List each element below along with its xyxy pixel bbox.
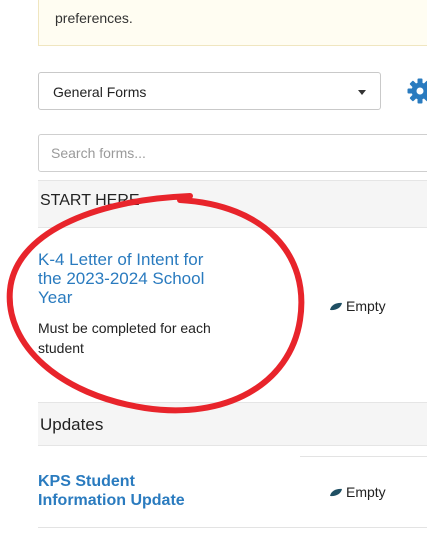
search-forms-input[interactable] (38, 134, 427, 172)
caret-down-icon (358, 90, 366, 95)
row-divider (38, 527, 427, 528)
notice-text: preferences. (55, 10, 133, 26)
form-title-line: Information Update (38, 492, 185, 509)
form-description: Must be completed for each student (38, 318, 211, 358)
leaf-icon (330, 302, 342, 310)
form-title-line: the 2023-2024 School (38, 269, 205, 288)
section-header-start-here: START HERE (38, 180, 427, 228)
gear-icon[interactable] (406, 77, 427, 105)
form-title-line: KPS Student (38, 473, 135, 490)
form-link-kps-student-information-update[interactable]: KPS Student Information Update (38, 472, 185, 510)
leaf-icon (330, 488, 342, 496)
form-status: Empty (329, 298, 386, 314)
forms-page: preferences. General Forms START HERE K-… (0, 0, 427, 546)
notice-box: preferences. (38, 0, 427, 46)
form-desc-line: student (38, 340, 84, 356)
form-status-label: Empty (346, 484, 386, 500)
form-title-line: K-4 Letter of Intent for (38, 250, 204, 269)
form-status-label: Empty (346, 298, 386, 314)
section-header-updates: Updates (38, 402, 427, 446)
form-title-line: Year (38, 288, 73, 307)
form-desc-line: Must be completed for each (38, 320, 211, 336)
row-divider (300, 456, 427, 457)
section-title: Updates (40, 415, 104, 434)
section-title: START HERE (40, 192, 140, 209)
form-category-value: General Forms (53, 84, 147, 100)
form-link-k4-letter-of-intent[interactable]: K-4 Letter of Intent for the 2023-2024 S… (38, 250, 204, 307)
form-status: Empty (329, 484, 386, 500)
form-category-select[interactable]: General Forms (38, 72, 381, 110)
